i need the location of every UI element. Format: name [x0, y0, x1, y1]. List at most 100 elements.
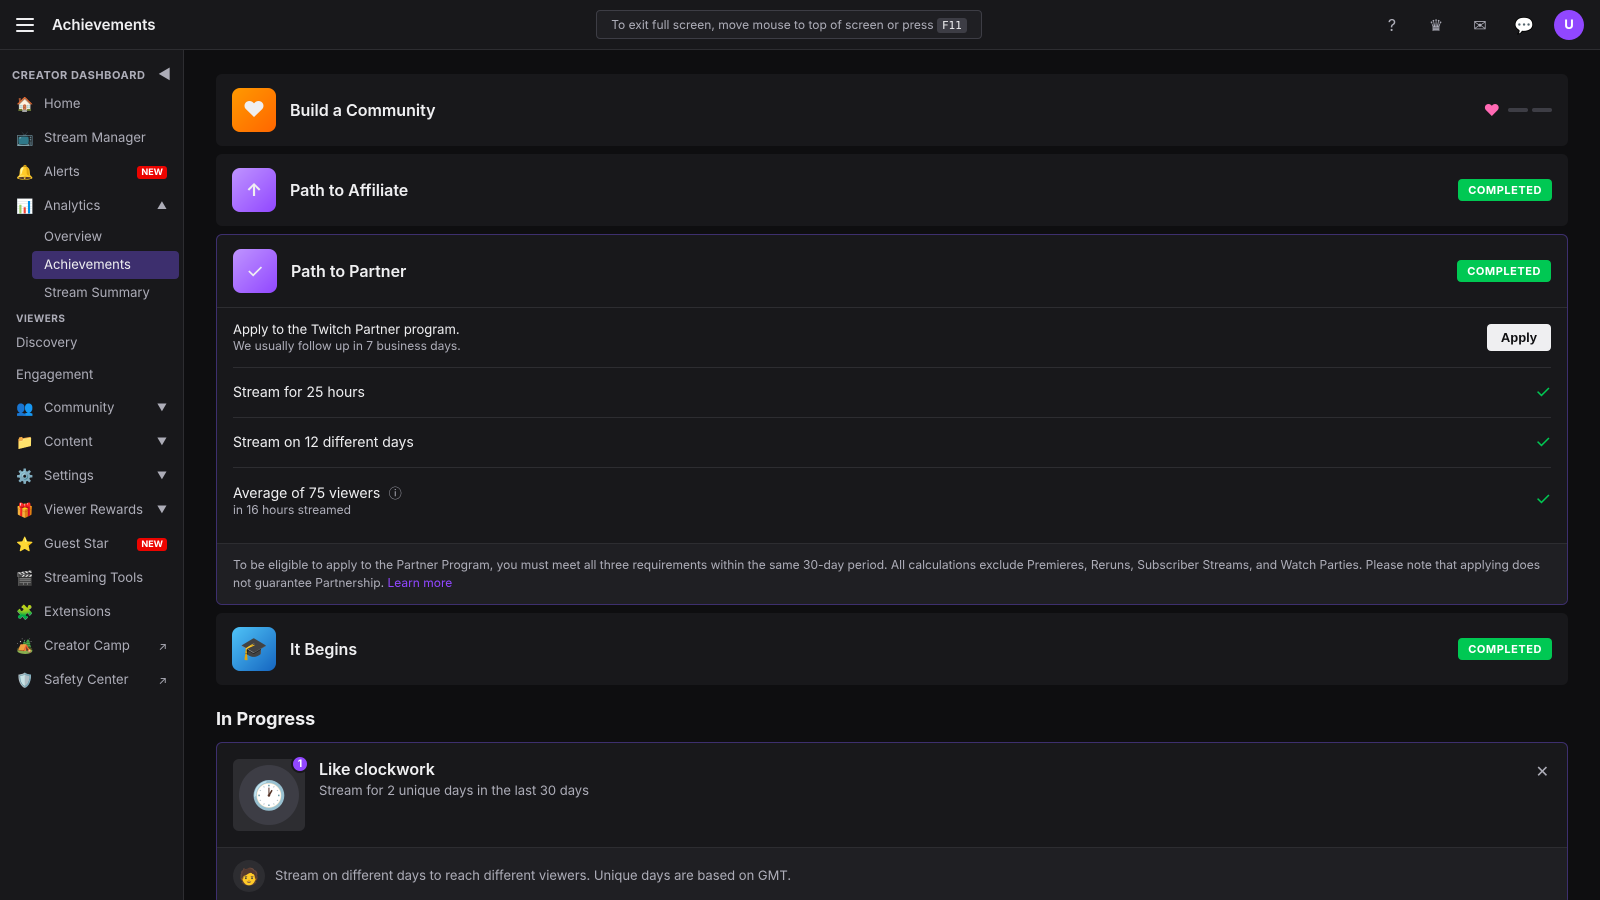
- sidebar-item-extensions[interactable]: 🧩 Extensions: [4, 595, 179, 629]
- sidebar-item-content[interactable]: 📁 Content ▼: [4, 425, 179, 459]
- build-community-icon: ♥: [232, 88, 276, 132]
- progress-badge-expanded: 1: [291, 755, 309, 773]
- sidebar-item-community[interactable]: 👥 Community ▼: [4, 391, 179, 425]
- sidebar-item-discovery[interactable]: Discovery: [4, 327, 179, 359]
- sidebar-item-overview[interactable]: Overview: [32, 223, 179, 251]
- info-icon[interactable]: ⓘ: [389, 486, 402, 502]
- in-progress-sub-expanded: Stream for 2 unique days in the last 30 …: [319, 783, 1520, 799]
- alerts-icon: 🔔: [16, 163, 34, 181]
- extensions-icon: 🧩: [16, 603, 34, 621]
- partner-apply-row: Apply to the Twitch Partner program. We …: [233, 308, 1551, 368]
- in-progress-section-title: In Progress: [216, 709, 1568, 730]
- analytics-chevron: ▲: [157, 200, 167, 212]
- partner-apply-info: Apply to the Twitch Partner program. We …: [233, 322, 461, 353]
- progress-dashes: [1508, 108, 1552, 112]
- requirement-75-viewers: Average of 75 viewers ⓘ in 16 hours stre…: [233, 468, 1551, 531]
- topbar-left: Achievements: [16, 13, 200, 37]
- analytics-icon: 📊: [16, 197, 34, 215]
- fullscreen-notice: To exit full screen, move mouse to top o…: [596, 10, 982, 39]
- dash-2: [1532, 108, 1552, 112]
- affiliate-completed-badge: COMPLETED: [1458, 179, 1552, 201]
- creator-camp-icon: 🏕️: [16, 637, 34, 655]
- sidebar-sub-analytics: Overview Achievements Stream Summary: [0, 223, 183, 307]
- close-expanded-button[interactable]: ✕: [1534, 759, 1551, 783]
- achievement-header-affiliate: ↑ Path to Affiliate COMPLETED: [216, 154, 1568, 226]
- partner-icon: ✓: [233, 249, 277, 293]
- sidebar-item-safety-center[interactable]: 🛡️ Safety Center ↗: [4, 663, 179, 697]
- sidebar-item-settings[interactable]: ⚙️ Settings ▼: [4, 459, 179, 493]
- mail-icon[interactable]: ✉: [1466, 11, 1494, 39]
- safety-center-external-icon: ↗: [158, 673, 167, 687]
- it-begins-completed-badge: COMPLETED: [1458, 638, 1552, 660]
- sidebar-item-stream-summary[interactable]: Stream Summary: [32, 279, 179, 307]
- in-progress-like-clockwork-expanded: 🕐 1 Like clockwork Stream for 2 unique d…: [216, 742, 1568, 900]
- page-title: Achievements: [52, 15, 155, 34]
- sidebar-section-header: CREATOR DASHBOARD ◀: [0, 58, 183, 87]
- req-75-viewers-info: Average of 75 viewers ⓘ in 16 hours stre…: [233, 482, 402, 517]
- partner-apply-sub: We usually follow up in 7 business days.: [233, 338, 461, 353]
- topbar: Achievements To exit full screen, move m…: [0, 0, 1600, 50]
- in-progress-tip: 🧑 Stream on different days to reach diff…: [217, 847, 1567, 900]
- partner-completed-badge: COMPLETED: [1457, 260, 1551, 282]
- settings-icon: ⚙️: [16, 467, 34, 485]
- partner-disclaimer: To be eligible to apply to the Partner P…: [217, 543, 1567, 604]
- req-75-viewers-sub: in 16 hours streamed: [233, 502, 402, 517]
- community-icon: 👥: [16, 399, 34, 417]
- sidebar-item-achievements[interactable]: Achievements: [32, 251, 179, 279]
- requirement-25-hours: Stream for 25 hours ✓: [233, 368, 1551, 418]
- build-community-progress: ♥: [1484, 100, 1552, 120]
- help-icon[interactable]: ?: [1378, 11, 1406, 39]
- guest-star-icon: ⭐: [16, 535, 34, 553]
- main-content: ♥ Build a Community ♥ ↑ Path to Affiliat…: [184, 50, 1600, 900]
- topbar-right: ? ♛ ✉ 💬 U: [1378, 10, 1584, 40]
- requirement-12-days: Stream on 12 different days ✓: [233, 418, 1551, 468]
- sidebar: CREATOR DASHBOARD ◀ 🏠 Home 📺 Stream Mana…: [0, 50, 184, 900]
- menu-button[interactable]: [16, 13, 40, 37]
- in-progress-header-expanded: 🕐 1 Like clockwork Stream for 2 unique d…: [217, 743, 1567, 847]
- partner-apply-text: Apply to the Twitch Partner program.: [233, 322, 461, 338]
- sidebar-item-analytics[interactable]: 📊 Analytics ▲: [4, 189, 179, 223]
- progress-thumb-expanded: 🕐 1: [233, 759, 305, 831]
- settings-chevron: ▼: [157, 470, 167, 482]
- achievement-path-to-partner: ✓ Path to Partner COMPLETED Apply to the…: [216, 234, 1568, 605]
- affiliate-title: Path to Affiliate: [290, 180, 1444, 200]
- alerts-badge: NEW: [137, 166, 167, 179]
- chat-icon[interactable]: 💬: [1510, 11, 1538, 39]
- in-progress-title-expanded: Like clockwork: [319, 759, 1520, 779]
- in-progress-info-expanded: Like clockwork Stream for 2 unique days …: [319, 759, 1520, 799]
- sidebar-item-engagement[interactable]: Engagement: [4, 359, 179, 391]
- build-community-title: Build a Community: [290, 100, 1470, 120]
- streaming-tools-icon: 🎬: [16, 569, 34, 587]
- req-12-days-check: ✓: [1535, 432, 1551, 453]
- avatar[interactable]: U: [1554, 10, 1584, 40]
- sidebar-item-guest-star[interactable]: ⭐ Guest Star NEW: [4, 527, 179, 561]
- sidebar-item-home[interactable]: 🏠 Home: [4, 87, 179, 121]
- learn-more-link[interactable]: Learn more: [387, 575, 452, 590]
- achievement-build-community: ♥ Build a Community ♥: [216, 74, 1568, 146]
- sidebar-item-viewer-rewards[interactable]: 🎁 Viewer Rewards ▼: [4, 493, 179, 527]
- layout: CREATOR DASHBOARD ◀ 🏠 Home 📺 Stream Mana…: [0, 50, 1600, 900]
- req-75-viewers-text: Average of 75 viewers: [233, 485, 380, 502]
- sidebar-item-creator-camp[interactable]: 🏕️ Creator Camp ↗: [4, 629, 179, 663]
- content-icon: 📁: [16, 433, 34, 451]
- crown-icon[interactable]: ♛: [1422, 11, 1450, 39]
- sidebar-item-alerts[interactable]: 🔔 Alerts NEW: [4, 155, 179, 189]
- sidebar-collapse-icon[interactable]: ◀: [158, 66, 171, 83]
- affiliate-icon: ↑: [232, 168, 276, 212]
- clock-thumb: 🕐: [239, 765, 299, 825]
- creator-camp-external-icon: ↗: [158, 639, 167, 653]
- home-icon: 🏠: [16, 95, 34, 113]
- it-begins-title: It Begins: [290, 639, 1444, 659]
- sidebar-section-label: CREATOR DASHBOARD: [12, 68, 146, 82]
- guest-star-badge: NEW: [137, 538, 167, 551]
- content-chevron: ▼: [157, 436, 167, 448]
- apply-button[interactable]: Apply: [1487, 324, 1551, 351]
- community-chevron: ▼: [157, 402, 167, 414]
- achievement-path-to-affiliate: ↑ Path to Affiliate COMPLETED: [216, 154, 1568, 226]
- safety-center-icon: 🛡️: [16, 671, 34, 689]
- viewer-rewards-icon: 🎁: [16, 501, 34, 519]
- sidebar-item-stream-manager[interactable]: 📺 Stream Manager: [4, 121, 179, 155]
- achievement-header-build-community: ♥ Build a Community ♥: [216, 74, 1568, 146]
- sidebar-item-streaming-tools[interactable]: 🎬 Streaming Tools: [4, 561, 179, 595]
- stream-manager-icon: 📺: [16, 129, 34, 147]
